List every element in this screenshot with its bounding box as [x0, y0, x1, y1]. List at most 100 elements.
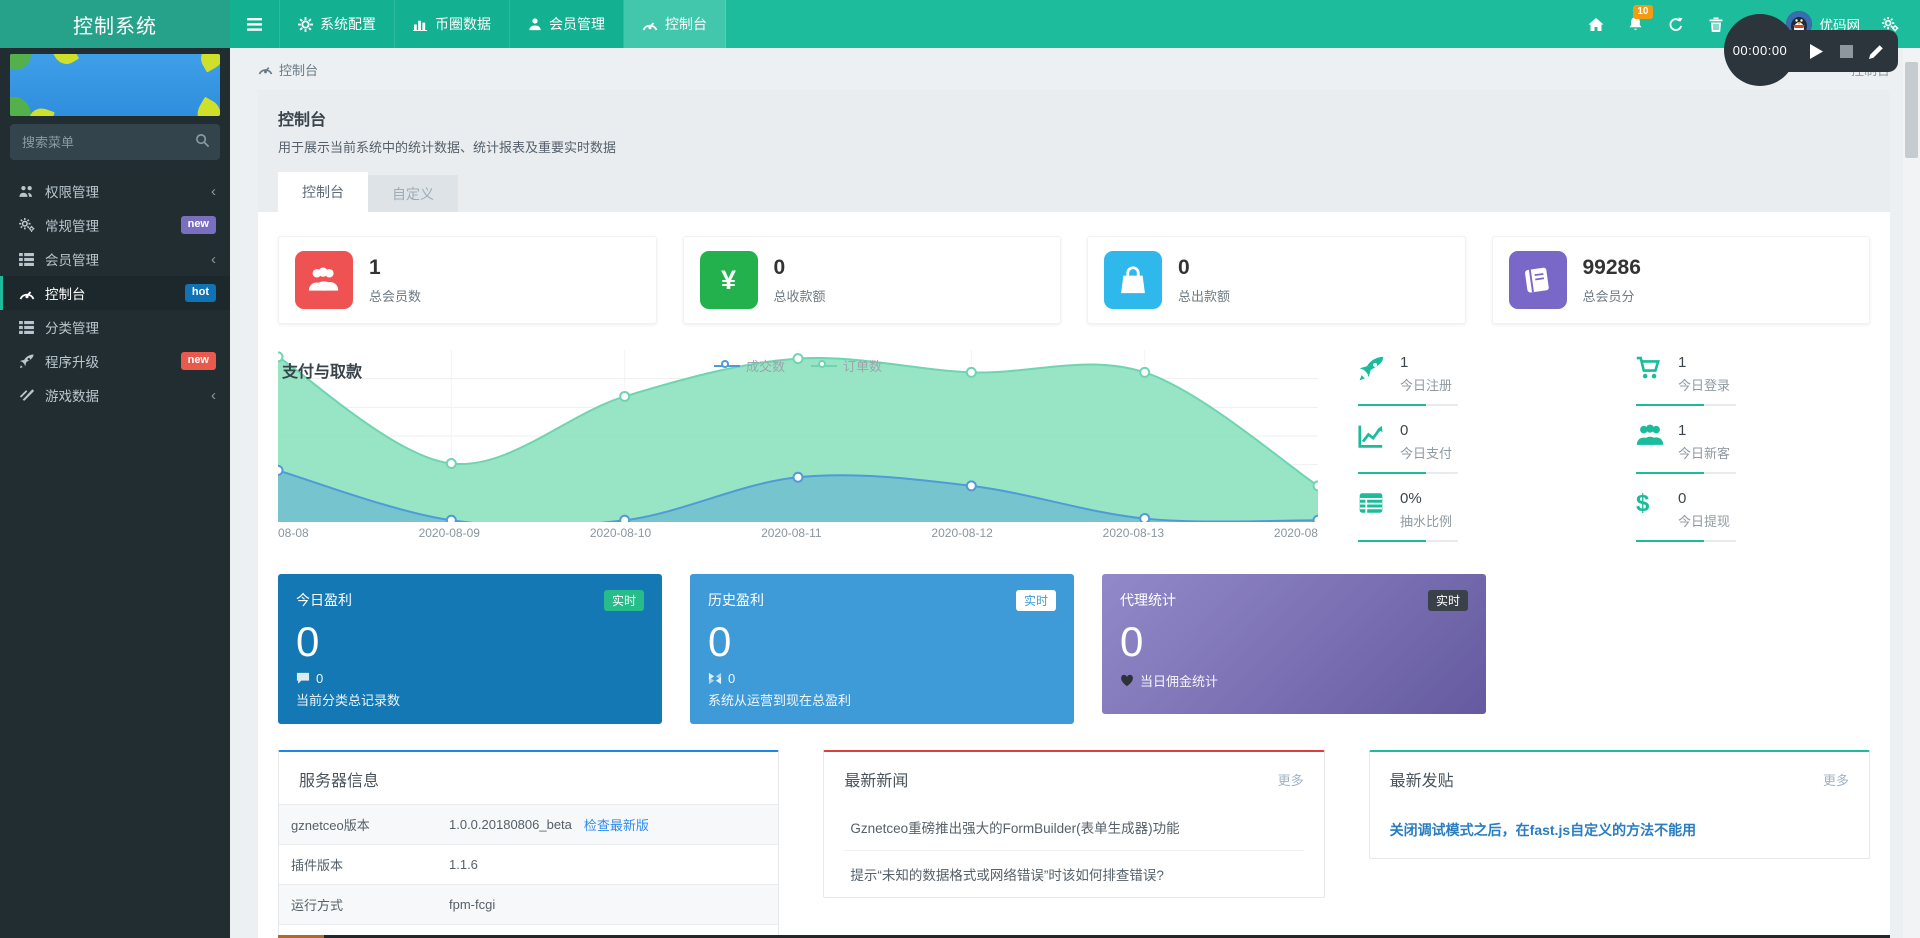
app-root: 控制系统 系统配置 币圈数据 会员管理 控制台 — [0, 0, 1920, 938]
quick-stat-value: 1 — [1678, 422, 1730, 439]
server-info-table: gznetceo版本 1.0.0.20180806_beta 检查最新版 插件版… — [279, 804, 778, 938]
data-point-marker[interactable] — [620, 516, 629, 522]
edit-button[interactable] — [1868, 43, 1884, 59]
data-point-marker[interactable] — [794, 473, 803, 482]
legend-item-orders[interactable]: 订单数 — [811, 356, 882, 375]
quick-stats-grid: 1 今日注册 1 今日登录 — [1358, 350, 1870, 548]
sidebar-item-members[interactable]: 会员管理 ‹ — [0, 242, 230, 276]
navbar-spacer — [726, 0, 1576, 48]
gear-icon — [298, 17, 313, 32]
legend-item-deals[interactable]: 成交数 — [714, 356, 785, 375]
data-point-marker[interactable] — [447, 516, 456, 522]
progress-underline — [1636, 540, 1736, 542]
card-title: 代理统计 — [1120, 590, 1176, 610]
table-row: gznetceo版本 1.0.0.20180806_beta 检查最新版 — [279, 805, 778, 845]
comment-icon — [296, 672, 310, 685]
data-point-marker[interactable] — [278, 466, 283, 475]
main-content: 控制台 控制台 控制台 用于展示当前系统中的统计数据、统计报表及重要实时数据 控… — [230, 48, 1903, 938]
card-history-profit: 历史盈利 实时 0 0 系统从运营到现在总盈利 — [690, 574, 1074, 724]
sidebar-item-dashboard[interactable]: 控制台 hot — [0, 276, 230, 310]
stat-card-total-members: 1 总会员数 — [278, 236, 657, 324]
sidebar-item-game-data[interactable]: 游戏数据 ‹ — [0, 378, 230, 412]
tab-custom[interactable]: 自定义 — [368, 175, 458, 212]
data-point-marker[interactable] — [447, 459, 456, 468]
x-axis-label: 2020-08-10 — [590, 526, 651, 540]
sidebar-item-label: 权限管理 — [45, 181, 99, 201]
nav-item-member-mgmt[interactable]: 会员管理 — [510, 0, 624, 48]
users-icon — [308, 267, 340, 293]
bottom-panels-row: 服务器信息 gznetceo版本 1.0.0.20180806_beta 检查最… — [278, 750, 1870, 938]
data-point-marker[interactable] — [1140, 514, 1149, 522]
card-title: 历史盈利 — [708, 590, 764, 610]
data-point-marker[interactable] — [1314, 481, 1319, 490]
news-list: Gznetceo重磅推出强大的FormBuilder(表单生成器)功能 提示“未… — [824, 804, 1323, 897]
sidebar-item-categories[interactable]: 分类管理 — [0, 310, 230, 344]
compress-icon — [708, 672, 722, 685]
pencil-icon — [1869, 44, 1884, 59]
nav-item-label: 系统配置 — [320, 14, 376, 34]
stat-label: 总收款额 — [774, 286, 826, 305]
scrollbar-thumb[interactable] — [1905, 62, 1918, 158]
x-axis-label: 2020-08 — [1274, 526, 1318, 540]
card-agent-stats: 代理统计 实时 0 当日佣金统计 — [1102, 574, 1486, 714]
users-icon — [19, 185, 35, 198]
post-item-link[interactable]: 关闭调试模式之后，在fast.js自定义的方法不能用 — [1370, 804, 1869, 858]
card-sub-value: 0 — [728, 671, 735, 686]
vertical-scrollbar[interactable] — [1903, 48, 1920, 938]
tab-dashboard[interactable]: 控制台 — [278, 172, 368, 212]
search-icon[interactable] — [195, 133, 210, 148]
news-item[interactable]: 提示“未知的数据格式或网络错误”时该如何排查错误? — [844, 851, 1303, 897]
x-axis-label: 08-08 — [278, 526, 309, 540]
quick-stat-value: 0 — [1400, 422, 1452, 439]
play-button[interactable] — [1808, 43, 1824, 59]
chevron-left-icon: ‹ — [211, 251, 216, 268]
breadcrumb-label[interactable]: 控制台 — [279, 60, 318, 79]
dashboard-sheet: 1 总会员数 ¥ 0 总收款额 0 — [258, 212, 1890, 938]
news-item[interactable]: Gznetceo重磅推出强大的FormBuilder(表单生成器)功能 — [844, 804, 1303, 851]
dashboard-icon — [642, 18, 658, 31]
nav-item-system-config[interactable]: 系统配置 — [280, 0, 395, 48]
chart-svg — [278, 350, 1318, 522]
breadcrumb: 控制台 控制台 — [230, 48, 1903, 90]
check-latest-link[interactable]: 检查最新版 — [584, 815, 649, 834]
latest-posts-panel: 最新发贴 更多 关闭调试模式之后，在fast.js自定义的方法不能用 — [1369, 750, 1870, 859]
sidebar-item-permissions[interactable]: 权限管理 ‹ — [0, 174, 230, 208]
card-caption: 系统从运营到现在总盈利 — [708, 690, 1056, 709]
sidebar-item-upgrade[interactable]: 程序升级 new — [0, 344, 230, 378]
sidebar-toggle-button[interactable] — [230, 0, 280, 48]
stat-label: 总会员分 — [1583, 286, 1641, 305]
home-button[interactable] — [1576, 0, 1616, 48]
stat-value: 0 — [774, 256, 826, 280]
stop-button[interactable] — [1838, 43, 1854, 59]
x-axis-label: 2020-08-09 — [419, 526, 480, 540]
refresh-button[interactable] — [1656, 0, 1696, 48]
area-chart[interactable] — [278, 350, 1318, 522]
quick-stat-commission-rate: 0% 抽水比例 — [1358, 490, 1592, 542]
search-input[interactable] — [10, 124, 220, 160]
more-link[interactable]: 更多 — [1823, 770, 1849, 789]
nav-item-coin-data[interactable]: 币圈数据 — [395, 0, 510, 48]
latest-news-panel: 最新新闻 更多 Gznetceo重磅推出强大的FormBuilder(表单生成器… — [823, 750, 1324, 898]
panel-title: 最新发贴 — [1390, 767, 1454, 791]
quick-stat-value: 0 — [1678, 490, 1730, 507]
realtime-badge: 实时 — [604, 590, 644, 611]
notifications-button[interactable]: 10 — [1616, 0, 1656, 48]
progress-underline — [1636, 472, 1736, 474]
sidebar-item-general[interactable]: 常规管理 new — [0, 208, 230, 242]
brand-title[interactable]: 控制系统 — [0, 0, 230, 48]
bar-chart-icon — [413, 17, 428, 31]
data-point-marker[interactable] — [1314, 516, 1319, 522]
new-badge: new — [181, 352, 216, 369]
timer-display[interactable]: 00:00:00 — [1724, 14, 1796, 86]
stat-card-total-received: ¥ 0 总收款额 — [683, 236, 1062, 324]
dollar-icon: $ — [1636, 490, 1666, 530]
progress-underline — [1358, 472, 1458, 474]
nav-item-dashboard[interactable]: 控制台 — [624, 0, 726, 48]
more-link[interactable]: 更多 — [1278, 770, 1304, 789]
data-point-marker[interactable] — [967, 481, 976, 490]
rocket-icon — [1358, 356, 1384, 382]
row-value: 1.0.0.20180806_beta — [449, 817, 572, 832]
middle-row: 支付与取款 成交数 订单数 08-082020 — [278, 350, 1870, 548]
data-point-marker[interactable] — [620, 392, 629, 401]
nav-item-label: 币圈数据 — [435, 14, 491, 34]
